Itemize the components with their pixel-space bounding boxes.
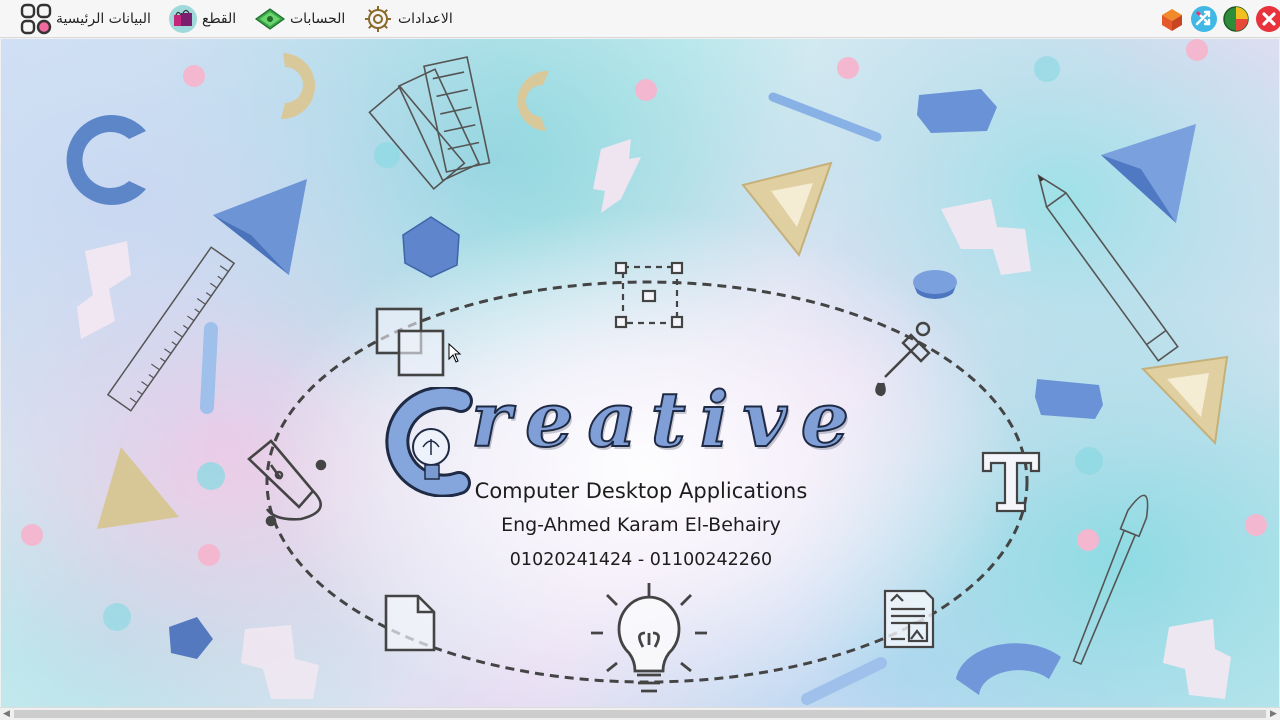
menu-home-data[interactable]: البيانات الرئيسية bbox=[14, 3, 151, 35]
menu-accounts[interactable]: الحسابات bbox=[248, 3, 345, 35]
office-icon[interactable] bbox=[1158, 5, 1186, 33]
scrollbar-thumb[interactable] bbox=[14, 710, 1266, 718]
decorative-shapes bbox=[21, 39, 1267, 705]
scroll-right-icon[interactable]: ▶ bbox=[1267, 708, 1280, 720]
report-icon bbox=[883, 589, 935, 649]
layers-icon bbox=[375, 307, 445, 377]
menu-settings-label: الاعدادات bbox=[398, 11, 453, 27]
pen-tool-icon bbox=[247, 439, 327, 527]
swatches-icon bbox=[368, 56, 491, 191]
menu-bar: البيانات الرئيسية القطع الحسابات الاعداد… bbox=[0, 0, 1280, 38]
close-button[interactable] bbox=[1255, 5, 1280, 33]
gear-icon bbox=[365, 6, 391, 32]
document-icon bbox=[384, 594, 436, 652]
eyedropper-icon bbox=[875, 321, 931, 397]
menu-parts[interactable]: القطع bbox=[162, 3, 236, 35]
shopping-bags-icon bbox=[169, 5, 197, 33]
money-icon bbox=[254, 8, 286, 30]
brush-icon bbox=[1072, 494, 1149, 665]
menu-accounts-label: الحسابات bbox=[290, 11, 346, 27]
grid-apps-icon bbox=[20, 3, 52, 35]
selection-box-icon bbox=[614, 261, 684, 329]
splash-canvas: reative Computer Desktop Applications En… bbox=[1, 39, 1279, 707]
menu-home-label: البيانات الرئيسية bbox=[56, 11, 151, 27]
text-tool-icon bbox=[981, 451, 1041, 513]
shuffle-icon[interactable] bbox=[1190, 5, 1218, 33]
chart-icon[interactable] bbox=[1222, 5, 1250, 33]
scroll-left-icon[interactable]: ◀ bbox=[0, 708, 13, 720]
menu-settings[interactable]: الاعدادات bbox=[356, 3, 453, 35]
menu-parts-label: القطع bbox=[202, 11, 237, 27]
horizontal-scrollbar[interactable]: ◀ ▶ bbox=[0, 707, 1280, 720]
mouse-cursor-icon bbox=[448, 343, 462, 363]
lightbulb-icon bbox=[591, 583, 707, 693]
